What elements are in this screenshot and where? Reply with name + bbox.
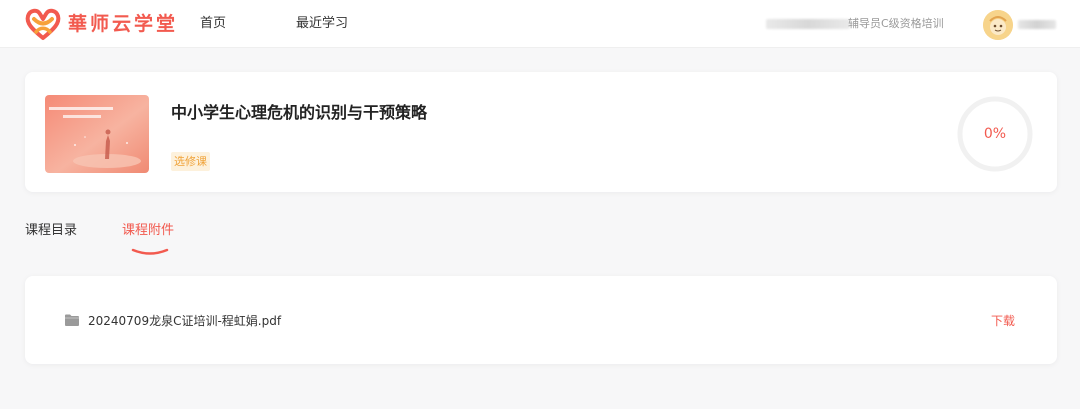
attachment-list: 20240709龙泉C证培训-程虹娟.pdf 下载	[25, 276, 1057, 364]
organization-text: 辅导员C级资格培训	[848, 17, 944, 30]
brand-name: 華师云学堂	[68, 13, 179, 35]
cartoon-avatar-icon	[983, 10, 1013, 40]
folder-icon	[65, 314, 79, 326]
download-button[interactable]: 下载	[991, 311, 1015, 331]
heart-knot-logo-icon[interactable]	[24, 7, 62, 41]
progress-ring: 0%	[955, 94, 1035, 174]
course-card: 中小学生心理危机的识别与干预策略 选修课 0%	[25, 72, 1057, 192]
progress-percent: 0%	[983, 126, 1007, 142]
top-header: 華师云学堂 首页 最近学习 辅导员C级资格培训	[0, 0, 1080, 48]
tab-course-attachments[interactable]: 课程附件	[122, 221, 174, 241]
list-item: 20240709龙泉C证培训-程虹娟.pdf 下载	[65, 311, 1025, 331]
tab-course-catalog[interactable]: 课程目录	[25, 221, 77, 241]
redacted-username[interactable]	[1018, 20, 1056, 29]
attachment-file-name[interactable]: 20240709龙泉C证培训-程虹娟.pdf	[88, 311, 281, 331]
course-type-badge: 选修课	[171, 152, 210, 171]
active-tab-indicator	[131, 248, 169, 255]
avatar[interactable]	[983, 10, 1013, 40]
redacted-text	[766, 19, 850, 29]
nav-recent-study[interactable]: 最近学习	[296, 14, 348, 34]
nav-home[interactable]: 首页	[200, 14, 226, 34]
organization-label: 辅导员C级资格培训	[766, 14, 962, 34]
course-cover-image	[45, 95, 149, 173]
course-title: 中小学生心理危机的识别与干预策略	[171, 103, 428, 122]
